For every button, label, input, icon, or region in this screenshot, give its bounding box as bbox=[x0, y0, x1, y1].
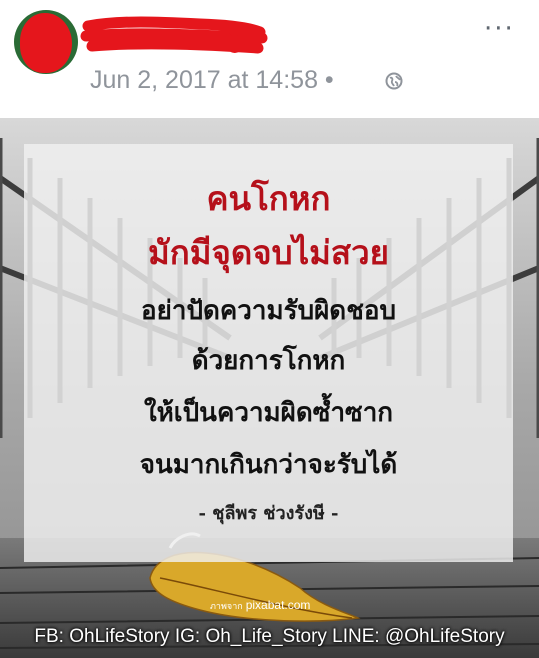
title-line-2: มักมีจุดจบไม่สวย bbox=[148, 233, 389, 272]
timestamp-text[interactable]: Jun 2, 2017 at 14:58 bbox=[90, 66, 318, 94]
credit-prefix: ภาพจาก bbox=[210, 601, 243, 611]
post-image[interactable]: คนโกหก มักมีจุดจบไม่สวย อย่าปัดความรับผิ… bbox=[0, 118, 539, 658]
post-timestamp[interactable]: Jun 2, 2017 at 14:58 • bbox=[90, 66, 334, 95]
body-line-2: ด้วยการโกหก bbox=[191, 346, 346, 376]
body-line-1: อย่าปัดความรับผิดชอบ bbox=[141, 296, 396, 326]
quote-card: คนโกหก มักมีจุดจบไม่สวย อย่าปัดความรับผิ… bbox=[24, 144, 513, 562]
post-header: Jun 2, 2017 at 14:58 • ··· bbox=[0, 0, 539, 118]
social-footer: FB: OhLifeStory IG: Oh_Life_Story LINE: … bbox=[34, 626, 505, 647]
image-credit: ภาพจาก pixabat.com bbox=[210, 598, 310, 613]
more-options-icon[interactable]: ··· bbox=[484, 14, 515, 44]
author-name-redaction bbox=[80, 16, 268, 54]
globe-icon[interactable] bbox=[385, 72, 403, 90]
body-line-3: ให้เป็นความผิดซ้ำซาก bbox=[143, 398, 394, 428]
body-line-4: จนมากเกินกว่าจะรับได้ bbox=[139, 450, 398, 480]
separator-dot: • bbox=[324, 66, 334, 94]
signature: - ชุลีพร ช่วงรังษี - bbox=[198, 503, 339, 524]
credit-site: pixabat.com bbox=[245, 598, 311, 612]
avatar-redaction bbox=[20, 13, 72, 73]
title-line-1: คนโกหก bbox=[206, 179, 331, 218]
